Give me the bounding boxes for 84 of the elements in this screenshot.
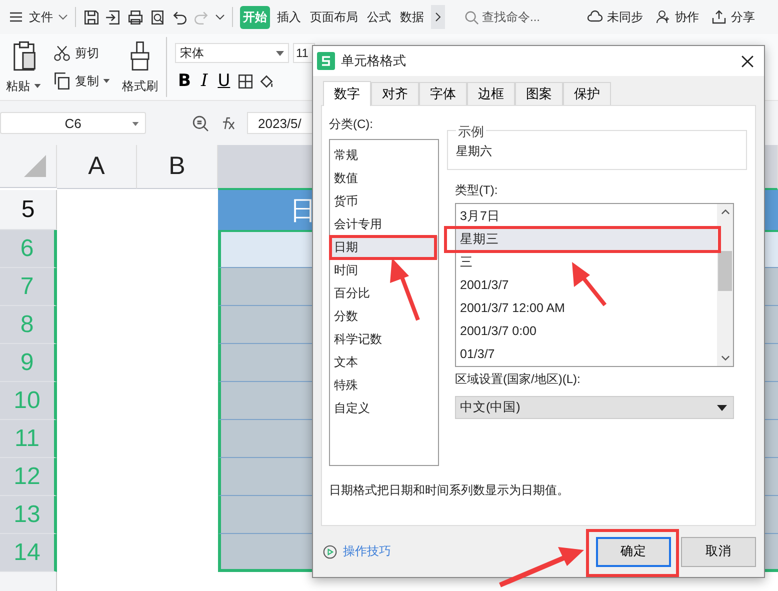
font-name-dropdown[interactable]: 宋体 bbox=[175, 43, 289, 63]
description-text: 日期格式把日期和时间系列数显示为日期值。 bbox=[329, 482, 570, 499]
type-item[interactable]: 3月7日 bbox=[456, 205, 717, 228]
share-icon[interactable] bbox=[711, 9, 727, 25]
scrollbar-thumb[interactable] bbox=[718, 251, 732, 291]
person-add-icon[interactable] bbox=[655, 9, 671, 25]
dropdown-arrow-icon[interactable] bbox=[34, 84, 41, 88]
clipboard-icon[interactable] bbox=[10, 40, 36, 72]
category-item[interactable]: 时间 bbox=[330, 259, 438, 282]
ribbon-tab[interactable]: 公式 bbox=[365, 6, 393, 28]
dialog-tab[interactable]: 边框 bbox=[467, 82, 515, 105]
zoom-out-icon[interactable] bbox=[192, 114, 209, 132]
app-logo-icon bbox=[317, 52, 335, 70]
scissors-icon[interactable] bbox=[53, 44, 71, 62]
category-item[interactable]: 分数 bbox=[330, 305, 438, 328]
type-item[interactable]: 2001/3/7 0:00 bbox=[456, 320, 717, 343]
export-icon[interactable] bbox=[105, 8, 122, 26]
category-item[interactable]: 日期 bbox=[330, 236, 438, 259]
type-item[interactable]: 01/3/7 bbox=[456, 343, 717, 366]
tips-link[interactable]: 操作技巧 bbox=[343, 543, 391, 560]
column-header[interactable]: A bbox=[57, 145, 137, 189]
sample-label: 示例 bbox=[456, 123, 486, 141]
cancel-button[interactable]: 取消 bbox=[681, 536, 756, 566]
category-item[interactable]: 货币 bbox=[330, 190, 438, 213]
category-item[interactable]: 自定义 bbox=[330, 397, 438, 420]
ribbon-tab[interactable]: 数据 bbox=[398, 6, 426, 28]
name-box[interactable]: C6 bbox=[0, 112, 146, 134]
ribbon-tab[interactable]: 页面布局 bbox=[308, 6, 360, 28]
dialog-tab[interactable]: 保护 bbox=[563, 82, 611, 105]
category-item[interactable]: 文本 bbox=[330, 351, 438, 374]
locale-dropdown[interactable]: 中文(中国) bbox=[455, 396, 734, 419]
caret-icon[interactable] bbox=[215, 14, 225, 20]
print-icon[interactable] bbox=[127, 8, 144, 26]
border-grid-icon[interactable] bbox=[237, 72, 254, 90]
chevron-right-icon[interactable] bbox=[435, 12, 441, 22]
search-icon bbox=[464, 10, 479, 24]
dialog-tab[interactable]: 对齐 bbox=[371, 82, 419, 105]
category-item[interactable]: 数值 bbox=[330, 167, 438, 190]
brush-icon[interactable] bbox=[129, 40, 151, 72]
column-header[interactable]: B bbox=[137, 145, 218, 189]
format-button[interactable]: U bbox=[214, 71, 234, 91]
category-item[interactable]: 特殊 bbox=[330, 374, 438, 397]
dialog-tab[interactable]: 数字 bbox=[323, 81, 371, 106]
type-item[interactable]: 三 bbox=[456, 251, 717, 274]
close-icon[interactable] bbox=[741, 54, 754, 68]
dropdown-arrow-icon[interactable] bbox=[717, 404, 727, 410]
category-item[interactable]: 常规 bbox=[330, 144, 438, 167]
file-menu[interactable]: 文件 bbox=[29, 8, 53, 26]
dialog-tab[interactable]: 字体 bbox=[419, 82, 467, 105]
play-icon[interactable] bbox=[323, 544, 337, 558]
category-list[interactable]: 常规 数值 货币 会计专用 日期 时间 百分比 分数 科学记数 文本 特殊 自定义 bbox=[329, 139, 439, 466]
toolbar-action[interactable]: 协作 bbox=[675, 8, 699, 26]
copy-icon[interactable] bbox=[53, 72, 71, 90]
scroll-down-icon[interactable] bbox=[720, 355, 730, 361]
save-icon[interactable] bbox=[83, 8, 100, 26]
format-button[interactable]: B bbox=[175, 71, 194, 91]
ok-button[interactable]: 确定 bbox=[596, 536, 671, 566]
toolbar-action[interactable]: 分享 bbox=[731, 8, 755, 26]
type-item[interactable]: 2001/3/7 12:00 AM bbox=[456, 297, 717, 320]
dropdown-arrow-icon[interactable] bbox=[103, 79, 110, 83]
row-header[interactable]: 5 bbox=[0, 190, 57, 230]
category-item[interactable]: 科学记数 bbox=[330, 328, 438, 351]
format-button[interactable]: I bbox=[198, 71, 211, 91]
dialog-tab[interactable]: 图案 bbox=[515, 82, 563, 105]
arrow bbox=[572, 262, 607, 306]
paste-button[interactable]: 粘贴 bbox=[6, 78, 30, 94]
dialog-title: 单元格格式 bbox=[341, 52, 406, 70]
cut-button[interactable]: 剪切 bbox=[75, 44, 99, 62]
type-item[interactable]: 2001/3/7 bbox=[456, 274, 717, 297]
toolbar-action[interactable]: 未同步 bbox=[607, 8, 643, 26]
copy-button[interactable]: 复制 bbox=[75, 72, 99, 90]
preview-icon[interactable] bbox=[149, 8, 166, 26]
locale-label: 区域设置(国家/地区)(L): bbox=[455, 371, 582, 388]
format-painter-button[interactable]: 格式刷 bbox=[122, 78, 158, 94]
chevron-down-icon[interactable] bbox=[58, 14, 68, 20]
arrow bbox=[390, 258, 420, 321]
dropdown-arrow-icon[interactable] bbox=[276, 50, 284, 56]
scroll-up-icon[interactable] bbox=[720, 209, 730, 215]
category-item[interactable]: 百分比 bbox=[330, 282, 438, 305]
sample-value: 星期六 bbox=[456, 144, 492, 158]
fill-bucket-icon[interactable] bbox=[258, 72, 276, 90]
more-tabs-button[interactable] bbox=[431, 5, 445, 29]
ribbon-tab[interactable]: 插入 bbox=[275, 6, 303, 28]
search-field[interactable]: 查找命令... bbox=[464, 10, 572, 24]
